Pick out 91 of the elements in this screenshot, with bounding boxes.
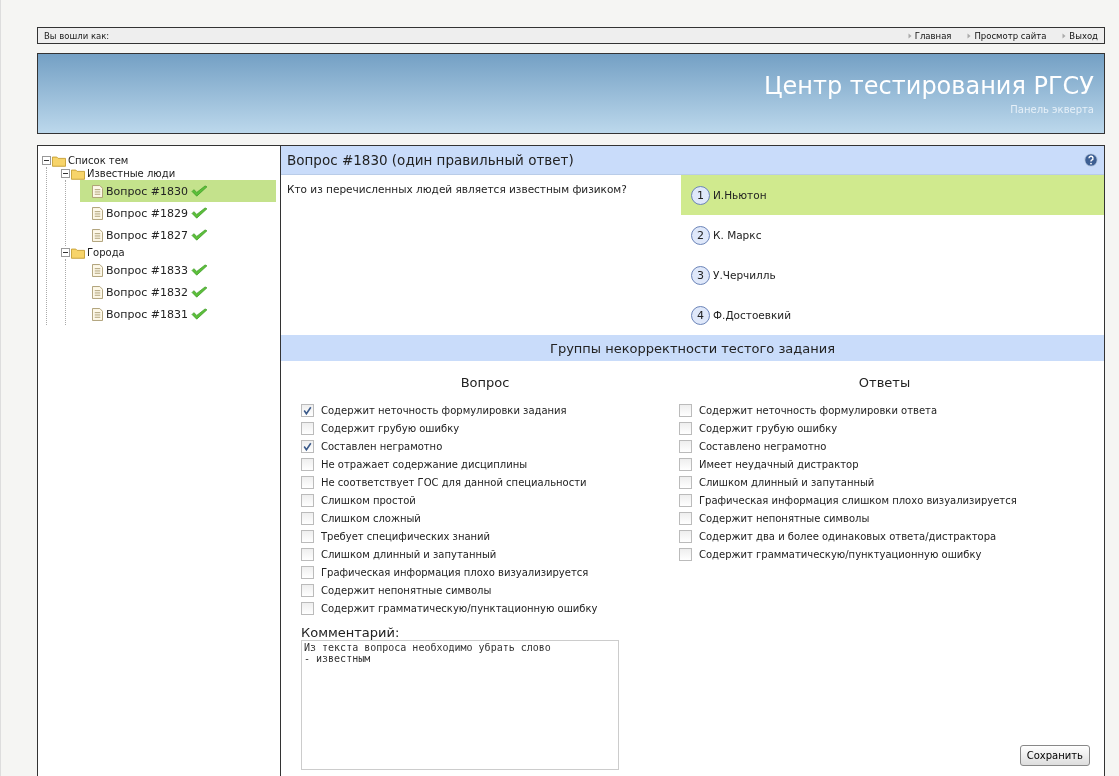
checkbox-label: Требует специфических знаний [321, 530, 491, 542]
column-heading: Ответы [857, 375, 912, 390]
checkbox-label: Графическая информация слишком плохо визуализируется [699, 494, 1017, 506]
answer-option[interactable]: 3 У.Черчилль [681, 255, 1104, 295]
checkbox[interactable] [301, 511, 314, 525]
tree-item[interactable]: Города [87, 247, 125, 258]
document-icon [92, 263, 103, 277]
section-title: Группы некорректности тестого задания [550, 340, 835, 356]
help-icon[interactable] [1084, 153, 1098, 167]
nav-link[interactable]: Главная [907, 30, 952, 41]
checkbox-label: Графическая информация плохо визуализируется [321, 566, 589, 578]
document-icon [92, 206, 103, 220]
folder-icon [52, 154, 66, 167]
checkmark-icon [190, 285, 208, 299]
question-tree-item[interactable]: Вопрос #1831 [80, 303, 276, 325]
checkmark-icon [190, 263, 208, 277]
site-title: Центр тестирования РГСУ [763, 72, 1094, 101]
question-tree-item[interactable]: Вопрос #1832 [80, 281, 276, 303]
document-icon [92, 307, 103, 321]
checkbox[interactable] [301, 493, 314, 507]
nav-link[interactable]: Выход [1062, 30, 1098, 41]
checkbox-label: Содержит непонятные символы [321, 584, 492, 596]
checkbox-label: Содержит два и более одинаковых ответа/дистрактора [699, 530, 997, 542]
checkbox[interactable] [301, 457, 314, 471]
checkmark-icon [190, 307, 208, 321]
checkbox[interactable] [301, 439, 314, 453]
answer-option[interactable]: 2 К. Маркс [681, 215, 1104, 255]
checkbox-label: Не отражает содержание дисциплины [321, 458, 528, 470]
question-tree-item[interactable]: Вопрос #1829 [80, 202, 276, 224]
chevron-icon [1062, 32, 1067, 39]
tree-item[interactable]: Известные люди [87, 168, 176, 179]
answer-option[interactable]: 4 Ф.Достоевкий [681, 295, 1104, 335]
question-title: Вопрос #1830 (один правильный ответ) [287, 152, 574, 168]
checkbox-label: Слишком длинный и запутанный [321, 548, 497, 560]
folder-icon [71, 167, 85, 180]
comment-field[interactable]: Из текста вопроса необходимо убрать слово - известным [301, 640, 619, 770]
checkbox-label: Содержит грубую ошибку [699, 422, 838, 434]
checkbox-label: Содержит неточность формулировки ответа [699, 404, 937, 416]
folder-icon [71, 246, 85, 259]
document-icon [92, 285, 103, 299]
checkbox-label: Не соответствует ГОС для данной специальности [321, 476, 587, 488]
login-label: Вы вошли как: [44, 30, 110, 41]
collapse-toggle-icon[interactable] [61, 248, 70, 257]
column-heading: Вопрос [459, 375, 511, 390]
document-icon [92, 228, 103, 242]
question-tree-item[interactable]: Вопрос #1830 [80, 180, 276, 202]
checkbox[interactable] [301, 583, 314, 597]
checkbox[interactable] [679, 511, 692, 525]
checkbox-label: Слишком длинный и запутанный [699, 476, 875, 488]
checkbox[interactable] [301, 529, 314, 543]
checkmark-icon [190, 228, 208, 242]
checkbox[interactable] [679, 421, 692, 435]
nav-link[interactable]: Просмотр сайта [967, 30, 1047, 41]
checkbox-label: Составлен неграмотно [321, 440, 443, 452]
checkbox[interactable] [679, 475, 692, 489]
checkbox-label: Содержит неточность формулировки задания [321, 404, 567, 416]
checkbox[interactable] [679, 493, 692, 507]
chevron-icon [967, 32, 972, 39]
checkbox[interactable] [301, 421, 314, 435]
checkbox[interactable] [301, 547, 314, 561]
checkbox[interactable] [679, 403, 692, 417]
collapse-toggle-icon[interactable] [42, 156, 51, 165]
save-button[interactable]: Сохранить [1019, 745, 1090, 766]
comment-label: Комментарий: [301, 625, 401, 640]
checkbox[interactable] [679, 457, 692, 471]
checkbox[interactable] [679, 547, 692, 561]
checkbox-label: Составлено неграмотно [699, 440, 827, 452]
document-icon [92, 184, 103, 198]
checkbox-label: Содержит грамматическую/пунктационную ошибку [321, 602, 598, 614]
checkbox-label: Слишком простой [321, 494, 416, 506]
collapse-toggle-icon[interactable] [61, 169, 70, 178]
checkbox[interactable] [301, 601, 314, 615]
checkbox-label: Слишком сложный [321, 512, 421, 524]
checkmark-icon [190, 184, 208, 198]
checkbox-label: Содержит грамматическую/пунктуационную ошибку [699, 548, 982, 560]
checkbox[interactable] [301, 565, 314, 579]
checkbox[interactable] [679, 529, 692, 543]
question-tree-item[interactable]: Вопрос #1833 [80, 259, 276, 281]
chevron-icon [907, 32, 912, 39]
checkbox-label: Имеет неудачный дистрактор [699, 458, 859, 470]
checkbox[interactable] [301, 475, 314, 489]
tree-item[interactable]: Список тем [68, 155, 129, 166]
question-tree-item[interactable]: Вопрос #1827 [80, 224, 276, 246]
checkbox[interactable] [301, 403, 314, 417]
answer-option[interactable]: 1 И.Ньютон [681, 175, 1104, 215]
checkbox-label: Содержит грубую ошибку [321, 422, 460, 434]
checkbox-label: Содержит непонятные символы [699, 512, 870, 524]
site-subtitle: Панель экверта [1010, 104, 1094, 116]
checkbox[interactable] [679, 439, 692, 453]
checkmark-icon [190, 206, 208, 220]
question-text: Кто из перечисленных людей является известным физиком? [286, 182, 628, 197]
